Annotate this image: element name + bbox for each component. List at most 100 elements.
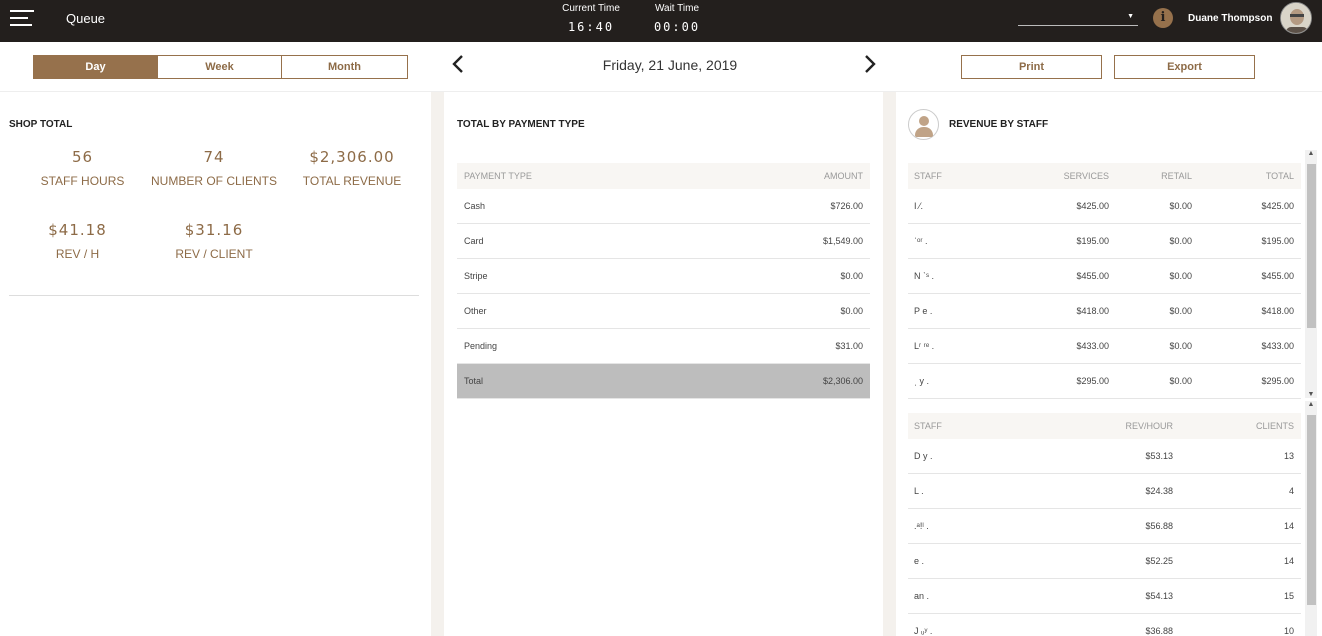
current-time-value: 16:40	[567, 20, 615, 34]
menu-icon[interactable]	[10, 9, 34, 29]
retail-cell: $0.00	[1169, 306, 1192, 316]
retail-cell: $0.00	[1169, 271, 1192, 281]
total-cell: $433.00	[1261, 341, 1294, 351]
table-row: J ᵤʸ . $36.88 10	[908, 614, 1301, 636]
payment-type-cell: Stripe	[464, 271, 488, 281]
staff-name-cell: ˌ y .	[914, 376, 929, 386]
scrollbar-thumb[interactable]	[1307, 164, 1316, 328]
services-cell: $195.00	[1076, 236, 1109, 246]
column-header: STAFF	[914, 171, 942, 181]
payment-type-cell: Other	[464, 306, 487, 316]
staff-name-cell: P e .	[914, 306, 933, 316]
clients-cell: 13	[1283, 451, 1294, 461]
column-header: REV/HOUR	[1125, 421, 1173, 431]
table-header-row: STAFF SERVICES RETAIL TOTAL	[908, 163, 1301, 189]
column-header: STAFF	[914, 421, 942, 431]
retail-cell: $0.00	[1169, 236, 1192, 246]
payment-type-cell: Pending	[464, 341, 498, 351]
services-cell: $418.00	[1076, 306, 1109, 316]
avatar-photo-icon	[1281, 3, 1311, 33]
stat-rev-per-hour: $41.18 REV / H	[20, 221, 135, 261]
shop-select[interactable]: ▼	[1018, 12, 1138, 26]
clients-cell: 14	[1283, 521, 1294, 531]
period-week-button[interactable]: Week	[157, 55, 282, 79]
rev-hour-cell: $24.38	[1145, 486, 1173, 496]
avatar[interactable]	[1280, 2, 1312, 34]
period-month-button[interactable]: Month	[281, 55, 408, 79]
clients-cell: 15	[1283, 591, 1294, 601]
staff-name-cell: e .	[914, 556, 925, 566]
table-row: D y . $53.13 13	[908, 439, 1301, 474]
column-header: PAYMENT TYPE	[464, 171, 532, 181]
total-cell: $418.00	[1261, 306, 1294, 316]
scrollbar[interactable]: ▲ ▼	[1305, 150, 1317, 398]
payment-type-title: TOTAL BY PAYMENT TYPE	[457, 119, 585, 130]
payment-type-cell: Cash	[464, 201, 486, 211]
print-button[interactable]: Print	[961, 55, 1102, 79]
scroll-up-icon[interactable]: ▲	[1305, 150, 1317, 157]
amount-cell: $726.00	[830, 201, 863, 211]
total-amount: $2,306.00	[822, 376, 863, 386]
stat-value: $2,306.00	[309, 148, 395, 166]
period-day-button[interactable]: Day	[33, 55, 158, 79]
table-row: Cash $726.00	[457, 189, 870, 224]
table-row: .ᵃ!ˡ . $56.88 14	[908, 509, 1301, 544]
toolbar: Day Week Month Friday, 21 June, 2019 Pri…	[0, 42, 1322, 92]
current-time: Current Time 16:40	[557, 3, 625, 34]
total-cell: $425.00	[1261, 201, 1294, 211]
table-header-row: STAFF REV/HOUR CLIENTS	[908, 413, 1301, 439]
table-row: Lʳ ʳᵉ . $433.00 $0.00 $433.00	[908, 329, 1301, 364]
staff-name-cell: L .	[914, 486, 924, 496]
stat-rev-per-client: $31.16 REV / CLIENT	[154, 221, 274, 261]
chevron-left-icon[interactable]	[451, 52, 465, 80]
clients-cell: 4	[1288, 486, 1294, 496]
staff-name-cell: D y .	[914, 451, 933, 461]
info-icon[interactable]: i	[1153, 8, 1173, 28]
staff-name-cell: .ᵃ!ˡ .	[914, 521, 929, 531]
export-button[interactable]: Export	[1114, 55, 1255, 79]
table-total-row: Total $2,306.00	[457, 364, 870, 399]
wait-time-value: 00:00	[653, 20, 701, 34]
table-header-row: PAYMENT TYPE AMOUNT	[457, 163, 870, 189]
stat-value: $31.16	[184, 221, 244, 239]
stat-value: $41.18	[48, 221, 107, 239]
services-cell: $425.00	[1076, 201, 1109, 211]
table-row: P e . $418.00 $0.00 $418.00	[908, 294, 1301, 329]
top-bar: Queue Current Time 16:40 Wait Time 00:00…	[0, 0, 1322, 42]
column-gutter	[883, 92, 896, 636]
stat-label: STAFF HOURS	[40, 174, 125, 188]
table-row: e . $52.25 14	[908, 544, 1301, 579]
stat-number-of-clients: 74 NUMBER OF CLIENTS	[144, 148, 284, 188]
table-row: ˌ y . $295.00 $0.00 $295.00	[908, 364, 1301, 399]
amount-cell: $31.00	[835, 341, 863, 351]
payment-type-cell: Card	[464, 236, 484, 246]
app-title: Queue	[66, 11, 106, 26]
revenue-by-staff-panel: REVENUE BY STAFF STAFF SERVICES RETAIL T…	[896, 92, 1322, 636]
chevron-right-icon[interactable]	[863, 52, 877, 80]
total-cell: $455.00	[1261, 271, 1294, 281]
staff-name-cell: I ⁄.	[914, 201, 924, 211]
revenue-by-staff-title: REVENUE BY STAFF	[949, 119, 1049, 130]
staff-name-cell: J ᵤʸ .	[914, 626, 933, 636]
payment-type-panel: TOTAL BY PAYMENT TYPE PAYMENT TYPE AMOUN…	[444, 92, 883, 636]
scroll-down-icon[interactable]: ▼	[1305, 391, 1317, 398]
stat-label: NUMBER OF CLIENTS	[150, 174, 277, 188]
table-row: Card $1,549.00	[457, 224, 870, 259]
services-cell: $433.00	[1076, 341, 1109, 351]
payment-type-table: PAYMENT TYPE AMOUNT Cash $726.00 Card $1…	[457, 163, 870, 399]
table-row: L . $24.38 4	[908, 474, 1301, 509]
scrollbar[interactable]: ▲	[1305, 401, 1317, 636]
chevron-down-icon: ▼	[1127, 13, 1134, 20]
column-header: TOTAL	[1265, 171, 1294, 181]
scroll-up-icon[interactable]: ▲	[1305, 401, 1317, 408]
table-row: Pending $31.00	[457, 329, 870, 364]
stat-value: 74	[203, 148, 225, 166]
retail-cell: $0.00	[1169, 376, 1192, 386]
total-cell: $195.00	[1261, 236, 1294, 246]
user-name[interactable]: Duane Thompson	[1188, 13, 1272, 24]
amount-cell: $0.00	[840, 306, 863, 316]
rev-hour-cell: $53.13	[1145, 451, 1173, 461]
scrollbar-thumb[interactable]	[1307, 415, 1316, 605]
services-cell: $295.00	[1076, 376, 1109, 386]
rev-hour-cell: $52.25	[1145, 556, 1173, 566]
